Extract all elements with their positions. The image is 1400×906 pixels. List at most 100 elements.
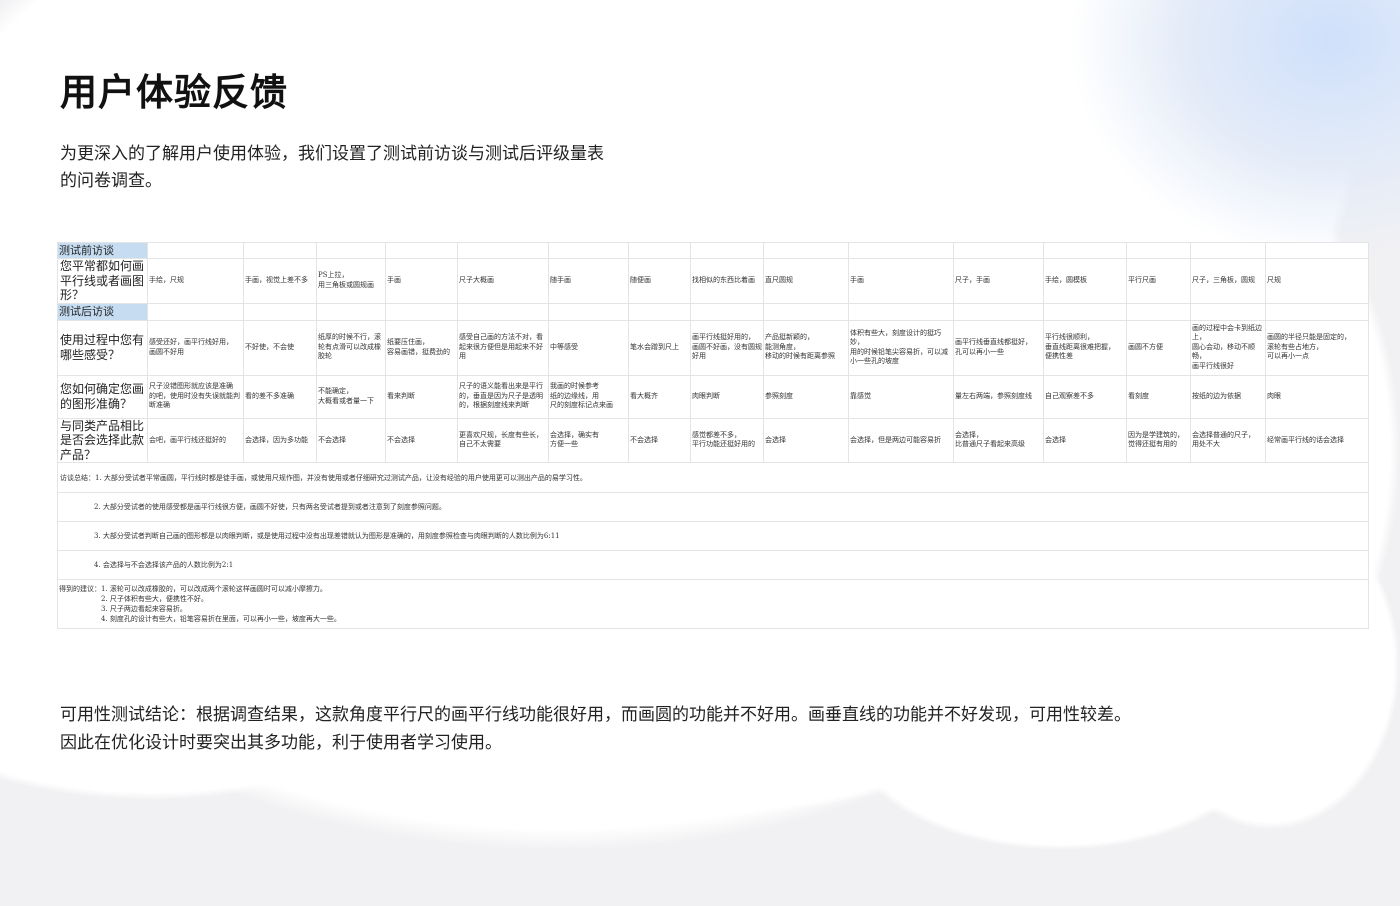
answer-cell: 看大概齐	[628, 374, 691, 419]
empty-cell	[548, 242, 629, 259]
empty-cell	[628, 302, 691, 321]
answer-cell: 会吧，画平行线还挺好的	[147, 417, 244, 463]
answer-cell: 会选择	[1043, 417, 1127, 463]
empty-cell	[147, 302, 244, 321]
empty-cell	[628, 242, 691, 259]
page-title: 用户体验反馈	[60, 70, 288, 114]
answer-cell: 产品挺新颖的， 能测角度， 移动的时候有距离参照	[763, 319, 849, 376]
answer-cell: 画平行线挺好用的， 画圆不好画，没有圆规好用	[690, 319, 764, 376]
answer-cell: 感受还好，画平行线好用， 画圆不好用	[147, 319, 244, 376]
empty-cell	[1190, 302, 1266, 321]
answer-cell: 量左右两端，参照刻度线	[953, 374, 1044, 419]
answer-cell: 随便画	[628, 258, 691, 304]
answer-cell: 尺子大概画	[457, 258, 549, 304]
answer-cell: 体积有些大，刻度设计的挺巧妙， 用的时候铅笔尖容易折，可以减小一些孔的坡度	[848, 319, 954, 376]
empty-cell	[690, 302, 764, 321]
empty-cell	[953, 242, 1044, 259]
section-label: 测试后访谈	[57, 302, 148, 321]
answer-cell: 画的过程中会卡到纸边上， 圆心会动，移动不顺畅， 画平行线很好	[1190, 319, 1266, 376]
answer-cell: 肉眼判断	[690, 374, 764, 419]
empty-cell	[848, 302, 954, 321]
answer-cell: 尺子，三角板，圆规	[1190, 258, 1266, 304]
empty-cell	[848, 242, 954, 259]
answer-cell: 画圆不方便	[1126, 319, 1191, 376]
answer-cell: 平行线很顺利， 垂直线距离很难把握， 便携性差	[1043, 319, 1127, 376]
answer-cell: PS上拉， 用三角板或圆规画	[316, 258, 386, 304]
answer-cell: 手画	[848, 258, 954, 304]
answer-cell: 自己观察差不多	[1043, 374, 1127, 419]
answer-cell: 尺子的语义能看出来是平行的，垂直是因为尺子是透明的，根据刻度线来判断	[457, 374, 549, 419]
answer-cell: 会选择，但是两边可能容易折	[848, 417, 954, 463]
empty-cell	[243, 242, 317, 259]
section-row: 测试前访谈	[57, 242, 1369, 259]
suggestion-item: 2. 尺子体积有些大，便携性不好。	[101, 595, 208, 603]
empty-cell	[1265, 302, 1369, 321]
summary-row: 3. 大部分受试者判断自己画的图形都是以肉眼判断，或是使用过程中没有出现差错就认…	[57, 521, 1369, 551]
summary-cell: 2. 大部分受试者的使用感受都是画平行线很方便，画圆不好使，只有两名受试者提到或…	[57, 492, 1369, 522]
answer-cell: 会选择，因为多功能	[243, 417, 317, 463]
empty-cell	[548, 302, 629, 321]
empty-cell	[457, 242, 549, 259]
answer-cell: 尺子没错图形就应该是准确 的吧，使用时没有失误就能判断准确	[147, 374, 244, 419]
answer-cell: 手绘，圆模板	[1043, 258, 1127, 304]
answer-cell: 会选择，确实有 方便一些	[548, 417, 629, 463]
empty-cell	[385, 302, 458, 321]
survey-table: 测试前访谈 您平常都如何画平行线或者画图形？ 手绘，尺规 手画，视觉上差不多 PS上拉，…	[57, 242, 1369, 629]
answer-cell: 随手画	[548, 258, 629, 304]
answer-cell: 靠感觉	[848, 374, 954, 419]
empty-cell	[763, 302, 849, 321]
answer-cell: 纸要压住画， 容易画错，挺费劲的	[385, 319, 458, 376]
intro-text: 为更深入的了解用户使用体验，我们设置了测试前访谈与测试后评级量表的问卷调查。	[60, 144, 604, 190]
suggestion-item: 3. 尺子两边看起来容易折。	[101, 605, 187, 613]
empty-cell	[1265, 242, 1369, 259]
empty-cell	[690, 242, 764, 259]
answer-cell: 手画	[385, 258, 458, 304]
question-cell: 您如何确定您画的图形准确？	[57, 374, 148, 419]
suggestion-item: 1. 滚轮可以改成橡胶的，可以改成两个滚轮这样画圆时可以减小摩擦力。	[101, 585, 327, 593]
answer-cell: 会选择普通的尺子， 用处不大	[1190, 417, 1266, 463]
answer-cell: 感受自己画的方法不对，看起来很方便但是用起来不好用	[457, 319, 549, 376]
table-row: 您如何确定您画的图形准确？ 尺子没错图形就应该是准确 的吧，使用时没有失误就能判断…	[57, 374, 1369, 419]
answer-cell: 笔水会蹭到尺上	[628, 319, 691, 376]
answer-cell: 更喜欢尺规，长度有些长，自己不太需要	[457, 417, 549, 463]
empty-cell	[243, 302, 317, 321]
summary-row: 4. 会选择与不会选择该产品的人数比例为2:1	[57, 550, 1369, 580]
suggestion-item: 4. 刻度孔的设计有些大，铅笔容易折在里面，可以再小一些，坡度再大一些。	[101, 615, 341, 623]
summary-cell: 3. 大部分受试者判断自己画的图形都是以肉眼判断，或是使用过程中没有出现差错就认…	[57, 521, 1369, 551]
question-cell: 与同类产品相比是否会选择此款产品？	[57, 417, 148, 463]
question-cell: 使用过程中您有哪些感受？	[57, 319, 148, 376]
section-row: 测试后访谈	[57, 302, 1369, 321]
answer-cell: 画圆的半径只能是固定的， 滚轮有些占地方， 可以再小一点	[1265, 319, 1369, 376]
empty-cell	[953, 302, 1044, 321]
answer-cell: 尺子，手画	[953, 258, 1044, 304]
answer-cell: 直尺圆规	[763, 258, 849, 304]
answer-cell: 不能确定， 大概看或者量一下	[316, 374, 386, 419]
answer-cell: 找相似的东西比着画	[690, 258, 764, 304]
answer-cell: 肉眼	[1265, 374, 1369, 419]
section-label: 测试前访谈	[57, 242, 148, 259]
answer-cell: 不会选择	[385, 417, 458, 463]
summary-cell: 访谈总结：1. 大部分受试者平常画圆，平行线时都是徒手画，或使用尺规作图，并没有…	[57, 462, 1369, 493]
empty-cell	[457, 302, 549, 321]
empty-cell	[147, 242, 244, 259]
empty-cell	[385, 242, 458, 259]
answer-cell: 感觉都差不多， 平行功能还挺好用的	[690, 417, 764, 463]
answer-cell: 画平行线垂直线都挺好， 孔可以再小一些	[953, 319, 1044, 376]
answer-cell: 看来判断	[385, 374, 458, 419]
answer-cell: 尺规	[1265, 258, 1369, 304]
suggestions-cell: 得到的建议： 1. 滚轮可以改成橡胶的，可以改成两个滚轮这样画圆时可以减小摩擦力。…	[57, 579, 1369, 629]
answer-cell: 会选择， 比普通尺子看起来高级	[953, 417, 1044, 463]
empty-cell	[316, 242, 386, 259]
table-row: 与同类产品相比是否会选择此款产品？ 会吧，画平行线还挺好的 会选择，因为多功能 不会选…	[57, 417, 1369, 463]
answer-cell: 不会选择	[316, 417, 386, 463]
question-cell: 您平常都如何画平行线或者画图形？	[57, 258, 148, 304]
answer-cell: 看的差不多准确	[243, 374, 317, 419]
answer-cell: 会选择	[763, 417, 849, 463]
conclusion-text: 可用性测试结论：根据调查结果，这款角度平行尺的画平行线功能很好用，而画圆的功能并…	[60, 705, 1131, 752]
suggestions-list: 1. 滚轮可以改成橡胶的，可以改成两个滚轮这样画圆时可以减小摩擦力。 2. 尺子体…	[101, 584, 341, 624]
empty-cell	[1190, 242, 1266, 259]
answer-cell: 我画的时候参考 纸的边缘线，用 尺的刻度标记点来画	[548, 374, 629, 419]
answer-cell: 手绘，尺规	[147, 258, 244, 304]
answer-cell: 经常画平行线的话会选择	[1265, 417, 1369, 463]
empty-cell	[1043, 242, 1127, 259]
